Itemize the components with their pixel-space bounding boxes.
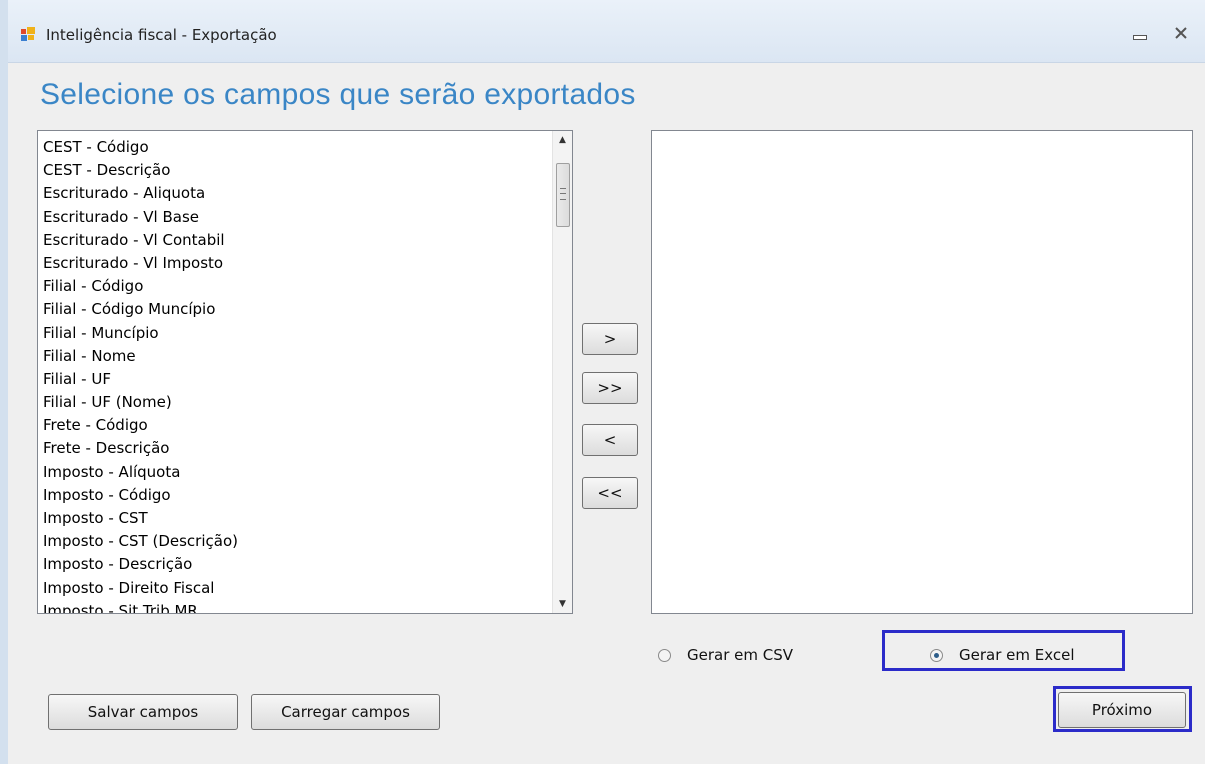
list-item[interactable]: Filial - UF [43, 368, 550, 391]
list-item[interactable]: Imposto - CST (Descrição) [43, 530, 550, 553]
scroll-down-icon[interactable]: ▼ [553, 595, 572, 613]
list-item[interactable]: Filial - Nome [43, 345, 550, 368]
grip-icon [560, 188, 566, 200]
minimize-button[interactable] [1126, 22, 1152, 44]
list-item[interactable]: Escriturado - Vl Imposto [43, 252, 550, 275]
add-field-button[interactable]: > [582, 323, 638, 355]
available-fields-list[interactable]: CEST - Código CEST - Descrição Escriturado… [37, 130, 573, 614]
page-title: Selecione os campos que serão exportados [40, 78, 636, 111]
list-item[interactable]: Filial - UF (Nome) [43, 391, 550, 414]
save-fields-button[interactable]: Salvar campos [48, 694, 238, 730]
selected-fields-items [657, 136, 1170, 613]
available-fields-items: CEST - Código CEST - Descrição Escriturado… [43, 136, 550, 613]
selected-fields-list[interactable] [651, 130, 1193, 614]
close-button[interactable] [1168, 22, 1194, 44]
export-window: Inteligência fiscal - Exportação Selecio… [0, 0, 1205, 764]
close-icon [1175, 27, 1187, 39]
app-icon [21, 27, 35, 41]
list-item[interactable]: Frete - Descrição [43, 437, 550, 460]
csv-label: Gerar em CSV [687, 646, 794, 664]
window-title: Inteligência fiscal - Exportação [46, 26, 277, 44]
list-item[interactable]: Frete - Código [43, 414, 550, 437]
excel-option-highlight [882, 630, 1125, 671]
list-item[interactable]: Filial - Código [43, 275, 550, 298]
available-fields-scrollbar[interactable]: ▲ ▼ [552, 131, 572, 613]
scroll-thumb[interactable] [556, 163, 570, 227]
list-item[interactable]: Imposto - Código [43, 484, 550, 507]
add-all-fields-button[interactable]: >> [582, 372, 638, 404]
title-bar: Inteligência fiscal - Exportação [8, 0, 1205, 63]
list-item[interactable]: Imposto - Direito Fiscal [43, 577, 550, 600]
list-item[interactable]: Escriturado - Vl Base [43, 206, 550, 229]
list-item[interactable]: Imposto - Alíquota [43, 461, 550, 484]
list-item[interactable]: Imposto - Descrição [43, 553, 550, 576]
scroll-up-icon[interactable]: ▲ [553, 131, 572, 149]
csv-radio[interactable] [658, 649, 671, 662]
list-item[interactable]: Filial - Código Muncípio [43, 298, 550, 321]
load-fields-button[interactable]: Carregar campos [251, 694, 440, 730]
list-item[interactable]: Imposto - CST [43, 507, 550, 530]
list-item[interactable]: CEST - Descrição [43, 159, 550, 182]
list-item[interactable]: Imposto - Sit Trib MR [43, 600, 550, 613]
remove-all-fields-button[interactable]: << [582, 477, 638, 509]
list-item[interactable]: Escriturado - Aliquota [43, 182, 550, 205]
list-item[interactable]: Escriturado - Vl Contabil [43, 229, 550, 252]
next-button-highlight [1053, 686, 1192, 732]
list-item[interactable]: Filial - Muncípio [43, 322, 550, 345]
remove-field-button[interactable]: < [582, 424, 638, 456]
list-item[interactable]: CEST - Código [43, 136, 550, 159]
